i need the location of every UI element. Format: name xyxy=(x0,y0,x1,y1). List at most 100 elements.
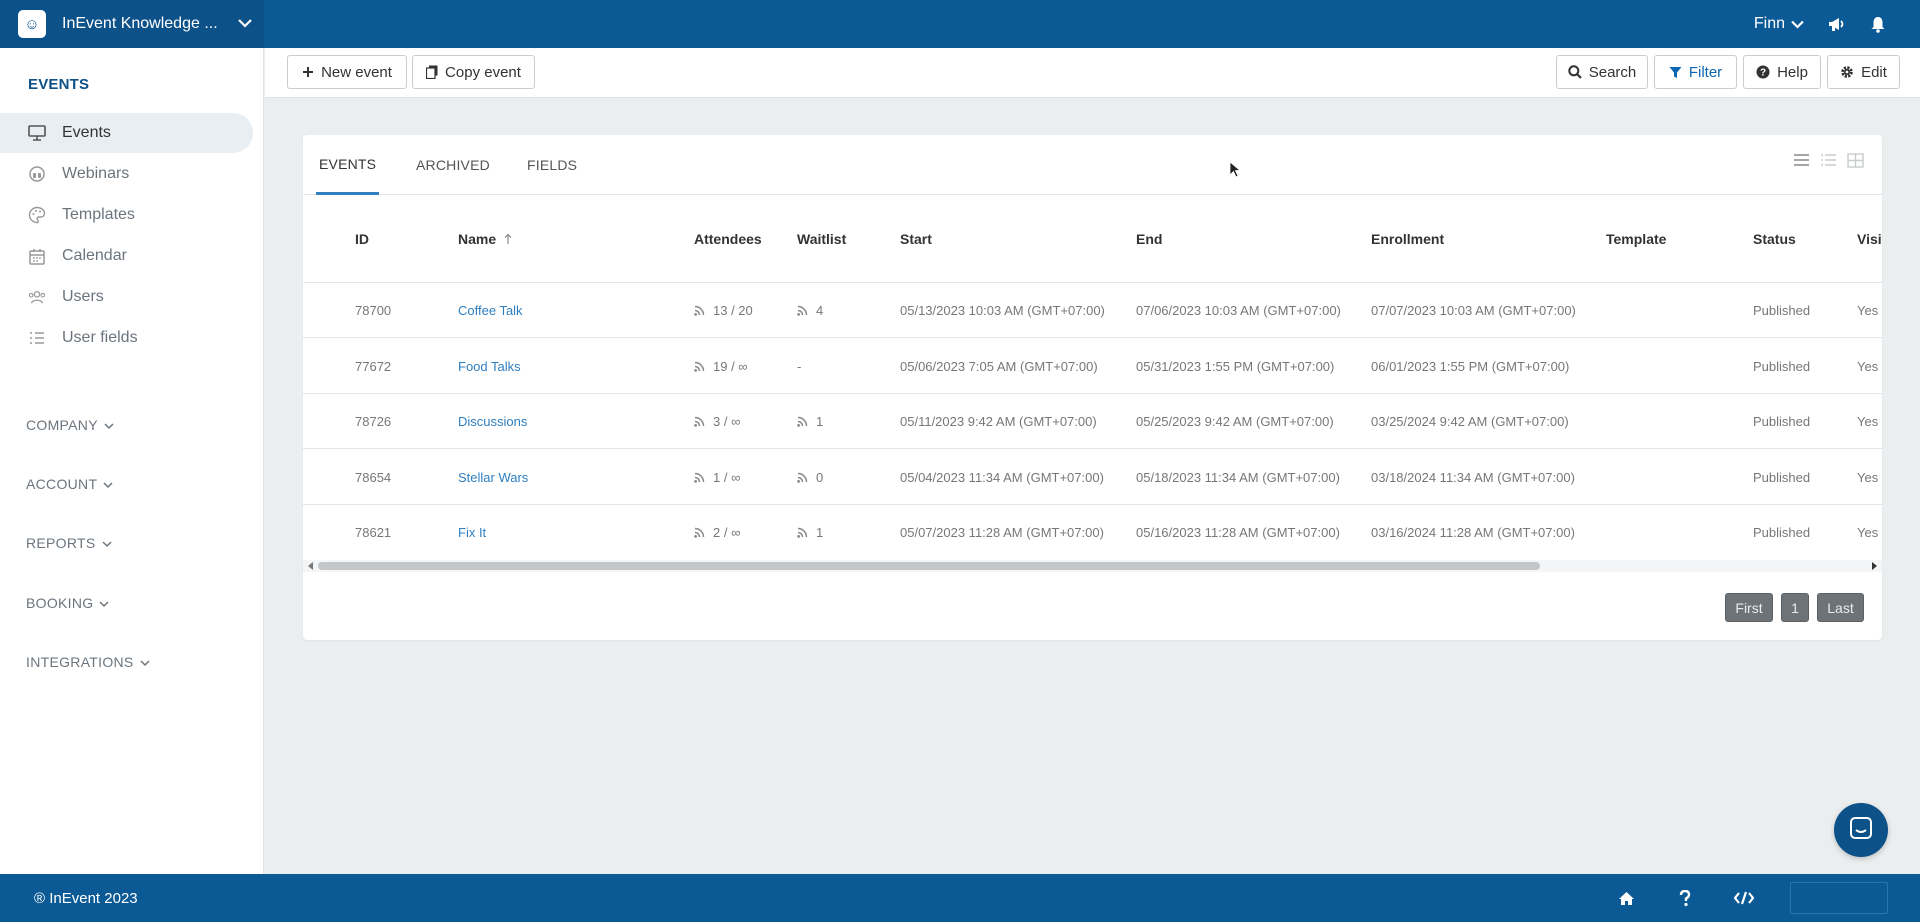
pagination: First 1 Last xyxy=(1725,593,1864,622)
cell-status: Published xyxy=(1753,339,1810,394)
last-page-button[interactable]: Last xyxy=(1817,593,1864,622)
cell-attendees-text: 2 / ∞ xyxy=(713,525,741,540)
column-header-start[interactable]: Start xyxy=(900,195,932,283)
tab-fields[interactable]: FIELDS xyxy=(527,135,577,195)
grid-view-icon[interactable] xyxy=(1847,153,1864,173)
events-table: ID Name Attendees Waitlist Start End Enr… xyxy=(303,195,1882,553)
cell-attendees: 19 / ∞ xyxy=(694,339,748,394)
user-menu[interactable]: Finn xyxy=(1754,15,1785,33)
filter-icon xyxy=(1669,66,1682,79)
sidebar-section-booking[interactable]: BOOKING xyxy=(26,595,109,611)
sidebar-section-account[interactable]: ACCOUNT xyxy=(26,476,113,492)
rss-icon xyxy=(694,472,705,483)
table-row[interactable]: 78654 Stellar Wars 1 / ∞ 0 05/04/2023 11:34 … xyxy=(303,450,1882,505)
section-label: COMPANY xyxy=(26,417,98,433)
list-view-icon[interactable] xyxy=(1793,153,1810,173)
sidebar-item-events[interactable]: Events xyxy=(0,113,253,153)
cell-name-link[interactable]: Discussions xyxy=(458,394,527,449)
users-icon xyxy=(28,288,46,306)
filter-button[interactable]: Filter xyxy=(1654,55,1737,89)
cell-enrollment: 07/07/2023 10:03 AM (GMT+07:00) xyxy=(1371,283,1576,338)
rss-icon xyxy=(694,305,705,316)
question-icon[interactable] xyxy=(1675,888,1695,908)
detail-list-view-icon[interactable] xyxy=(1820,153,1837,173)
scrollbar-thumb[interactable] xyxy=(318,562,1540,570)
cell-name-link-text: Stellar Wars xyxy=(458,469,529,485)
cell-start-text: 05/07/2023 11:28 AM (GMT+07:00) xyxy=(900,525,1104,540)
megaphone-icon[interactable] xyxy=(1828,16,1846,32)
cell-attendees: 13 / 20 xyxy=(694,283,753,338)
edit-button[interactable]: Edit xyxy=(1827,55,1900,89)
sidebar-section-company[interactable]: COMPANY xyxy=(26,417,114,433)
table-row[interactable]: 77672 Food Talks 19 / ∞ - 05/06/2023 7:05 AM… xyxy=(303,339,1882,394)
scroll-left-arrow-icon[interactable] xyxy=(305,560,317,572)
home-icon[interactable] xyxy=(1616,888,1636,908)
cell-enrollment: 06/01/2023 1:55 PM (GMT+07:00) xyxy=(1371,339,1569,394)
chevron-down-icon xyxy=(140,654,150,670)
cell-waitlist: 1 xyxy=(797,505,823,553)
list-icon xyxy=(28,329,46,347)
sidebar-item-label: Calendar xyxy=(62,247,127,264)
cell-name-link[interactable]: Fix It xyxy=(458,505,486,553)
bell-icon[interactable] xyxy=(1870,16,1886,33)
copy-event-button[interactable]: Copy event xyxy=(412,55,535,89)
column-header-attendees[interactable]: Attendees xyxy=(694,195,762,283)
table-row[interactable]: 78621 Fix It 2 / ∞ 1 05/07/2023 11:28 AM (GM… xyxy=(303,505,1882,553)
sidebar: EVENTS Events Webinars Templates Calenda… xyxy=(0,48,264,874)
first-page-button[interactable]: First xyxy=(1725,593,1773,622)
cell-start: 05/13/2023 10:03 AM (GMT+07:00) xyxy=(900,283,1105,338)
code-icon[interactable] xyxy=(1734,888,1754,908)
search-label: Search xyxy=(1588,63,1637,81)
sidebar-item-webinars[interactable]: Webinars xyxy=(0,154,253,194)
cell-start: 05/11/2023 9:42 AM (GMT+07:00) xyxy=(900,394,1097,449)
footer-input-box[interactable] xyxy=(1790,882,1888,914)
new-event-button[interactable]: New event xyxy=(287,55,407,89)
cell-end: 05/31/2023 1:55 PM (GMT+07:00) xyxy=(1136,339,1334,394)
cell-id-text: 78700 xyxy=(355,303,392,318)
scroll-right-arrow-icon[interactable] xyxy=(1868,560,1880,572)
cell-end: 07/06/2023 10:03 AM (GMT+07:00) xyxy=(1136,283,1341,338)
column-header-visible[interactable]: Visil xyxy=(1857,195,1882,283)
search-button[interactable]: Search xyxy=(1556,55,1648,89)
sort-ascending-icon xyxy=(504,233,512,245)
cell-name-link[interactable]: Coffee Talk xyxy=(458,283,523,338)
tab-events[interactable]: EVENTS xyxy=(316,135,380,195)
table-row[interactable]: 78726 Discussions 3 / ∞ 1 05/11/2023 9:42 AM… xyxy=(303,394,1882,449)
company-logo: ☺ xyxy=(18,10,46,38)
column-header-template[interactable]: Template xyxy=(1606,195,1666,283)
page-1-button[interactable]: 1 xyxy=(1781,593,1809,622)
column-header-status[interactable]: Status xyxy=(1753,195,1796,283)
horizontal-scrollbar[interactable] xyxy=(303,560,1882,572)
brand-switcher[interactable]: ☺ InEvent Knowledge ... xyxy=(0,0,264,48)
cell-visible-text: Yes xyxy=(1857,303,1879,318)
table-row[interactable]: 78700 Coffee Talk 13 / 20 4 05/13/2023 10:03… xyxy=(303,283,1882,338)
cell-name-link-text: Food Talks xyxy=(458,358,521,374)
cell-waitlist-text: 1 xyxy=(816,414,824,429)
column-header-enrollment[interactable]: Enrollment xyxy=(1371,195,1444,283)
cell-start-text: 05/04/2023 11:34 AM (GMT+07:00) xyxy=(900,469,1104,485)
column-header-waitlist[interactable]: Waitlist xyxy=(797,195,846,283)
chat-widget-button[interactable] xyxy=(1834,803,1888,857)
column-header-end[interactable]: End xyxy=(1136,195,1162,283)
sidebar-item-user-fields[interactable]: User fields xyxy=(0,318,253,358)
sidebar-item-templates[interactable]: Templates xyxy=(0,195,253,235)
help-button[interactable]: ? Help xyxy=(1743,55,1821,89)
toolbar: New event Copy event Search Filter ? Hel… xyxy=(265,48,1920,98)
top-bar: ☺ InEvent Knowledge ... Finn xyxy=(0,0,1920,48)
sidebar-item-calendar[interactable]: Calendar xyxy=(0,236,253,276)
cell-name-link[interactable]: Stellar Wars xyxy=(458,450,528,505)
column-header-name[interactable]: Name xyxy=(458,195,512,283)
sidebar-section-integrations[interactable]: INTEGRATIONS xyxy=(26,654,150,670)
cell-end: 05/16/2023 11:28 AM (GMT+07:00) xyxy=(1136,505,1340,553)
cell-id: 78621 xyxy=(355,505,391,553)
cell-name-link-text: Fix It xyxy=(458,525,487,540)
cell-id: 78654 xyxy=(355,450,391,505)
column-header-id[interactable]: ID xyxy=(355,195,369,283)
sidebar-item-users[interactable]: Users xyxy=(0,277,253,317)
tab-archived[interactable]: ARCHIVED xyxy=(416,135,490,195)
chevron-down-icon[interactable] xyxy=(1791,20,1804,29)
chevron-down-icon xyxy=(102,535,112,551)
cell-waitlist-text: 4 xyxy=(816,303,824,318)
sidebar-section-reports[interactable]: REPORTS xyxy=(26,535,112,551)
cell-name-link[interactable]: Food Talks xyxy=(458,339,521,394)
